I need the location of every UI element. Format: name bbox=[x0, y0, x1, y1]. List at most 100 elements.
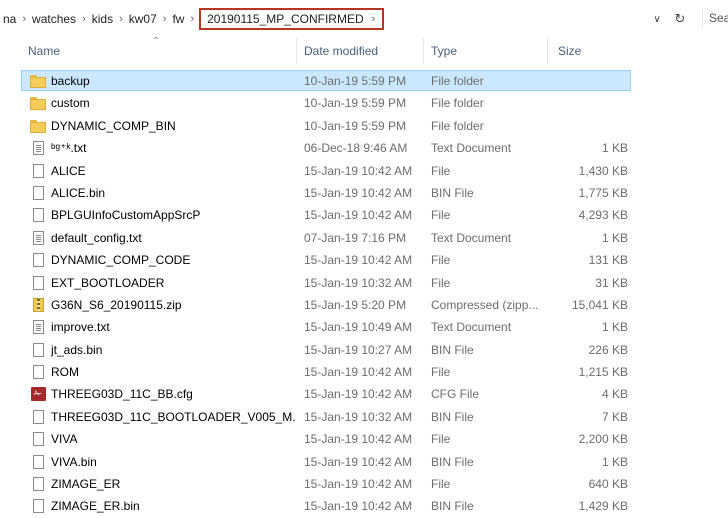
file-name: ZIMAGE_ER.bin bbox=[51, 499, 140, 514]
chevron-right-icon[interactable]: › bbox=[160, 13, 170, 25]
file-row[interactable]: custom 10-Jan-19 5:59 PM File folder bbox=[0, 92, 728, 114]
file-name: DYNAMIC_COMP_CODE bbox=[51, 253, 191, 268]
file-name: jt_ads.bin bbox=[51, 342, 103, 357]
file-icon-cell bbox=[30, 428, 46, 450]
file-date: 15-Jan-19 10:42 AM bbox=[304, 208, 413, 223]
file-row[interactable]: DYNAMIC_COMP_CODE 15-Jan-19 10:42 AM File 1… bbox=[0, 249, 728, 271]
folder-icon bbox=[30, 75, 46, 88]
file-size: 1 KB bbox=[601, 230, 628, 245]
file-type: BIN File bbox=[431, 185, 474, 200]
chevron-right-icon[interactable]: › bbox=[116, 13, 126, 25]
chevron-right-icon[interactable]: › bbox=[364, 13, 379, 25]
chevron-right-icon[interactable]: › bbox=[79, 13, 89, 25]
file-name: BPLGUInfoCustomAppSrcP bbox=[51, 208, 201, 223]
file-date: 15-Jan-19 5:20 PM bbox=[304, 297, 407, 312]
file-row[interactable]: improve.txt 15-Jan-19 10:49 AM Text Docume… bbox=[0, 316, 728, 338]
file-icon-cell bbox=[30, 451, 46, 473]
file-icon bbox=[32, 163, 44, 178]
text-document-icon bbox=[32, 230, 44, 245]
file-row[interactable]: THREEG03D_11C_BOOTLOADER_V005_M... 15-Jan… bbox=[0, 406, 728, 428]
file-icon-cell bbox=[30, 70, 46, 92]
chevron-down-icon[interactable]: ∨ bbox=[650, 9, 664, 29]
cfg-icon: ✁ bbox=[30, 387, 46, 402]
file-date: 15-Jan-19 10:49 AM bbox=[304, 320, 413, 335]
file-type: File bbox=[431, 163, 451, 178]
file-name: backup bbox=[51, 74, 90, 88]
text-document-icon bbox=[32, 320, 44, 335]
file-row[interactable]: jt_ads.bin 15-Jan-19 10:27 AM BIN File 226 … bbox=[0, 339, 728, 361]
file-row[interactable]: default_config.txt 07-Jan-19 7:16 PM Text … bbox=[0, 227, 728, 249]
file-row[interactable]: DYNAMIC_COMP_BIN 10-Jan-19 5:59 PM File fo… bbox=[0, 115, 728, 137]
file-name: G36N_S6_20190115.zip bbox=[51, 297, 182, 312]
file-date: 15-Jan-19 10:42 AM bbox=[304, 185, 413, 200]
file-type: File bbox=[431, 432, 451, 447]
file-name: ᵇᵍ⁺ᵏ.txt bbox=[51, 141, 87, 156]
file-name: default_config.txt bbox=[51, 230, 142, 245]
file-date: 15-Jan-19 10:42 AM bbox=[304, 499, 413, 514]
address-bar[interactable]: na › watches › kids › kw07 › fw › 201901… bbox=[0, 0, 728, 38]
breadcrumb-item[interactable]: na bbox=[0, 12, 19, 26]
file-type: File bbox=[431, 275, 451, 290]
column-header-type[interactable]: Type bbox=[424, 38, 548, 64]
breadcrumb-item[interactable]: kw07 bbox=[126, 12, 160, 26]
file-size: 1,430 KB bbox=[578, 163, 628, 178]
file-icon-cell bbox=[30, 160, 46, 182]
chevron-right-icon[interactable]: › bbox=[187, 13, 197, 25]
file-type: CFG File bbox=[431, 387, 479, 402]
file-size: 2,200 KB bbox=[578, 432, 628, 447]
refresh-icon[interactable]: ↻ bbox=[672, 9, 688, 29]
text-document-icon bbox=[32, 141, 44, 156]
breadcrumb-item[interactable]: watches bbox=[29, 12, 79, 26]
file-row[interactable]: ALICE.bin 15-Jan-19 10:42 AM BIN File 1,775… bbox=[0, 182, 728, 204]
file-type: File bbox=[431, 477, 451, 492]
file-icon-cell bbox=[30, 204, 46, 226]
file-list: backup 10-Jan-19 5:59 PM File folder custom… bbox=[0, 70, 728, 518]
file-row[interactable]: ✁ THREEG03D_11C_BB.cfg 15-Jan-19 10:42 AM C… bbox=[0, 383, 728, 405]
file-type: BIN File bbox=[431, 499, 474, 514]
file-row[interactable]: ROM 15-Jan-19 10:42 AM File 1,215 KB bbox=[0, 361, 728, 383]
file-row[interactable]: backup 10-Jan-19 5:59 PM File folder bbox=[0, 70, 728, 92]
file-row[interactable]: EXT_BOOTLOADER 15-Jan-19 10:32 AM File 31 K… bbox=[0, 272, 728, 294]
breadcrumb-current[interactable]: 20190115_MP_CONFIRMED › bbox=[199, 8, 385, 30]
column-header-name[interactable]: ⌃ Name bbox=[0, 36, 297, 64]
search-input[interactable]: Sea bbox=[702, 8, 728, 28]
file-date: 15-Jan-19 10:42 AM bbox=[304, 454, 413, 469]
file-type: BIN File bbox=[431, 409, 474, 424]
sort-ascending-icon: ⌃ bbox=[152, 36, 161, 47]
breadcrumb-item[interactable]: kids bbox=[89, 12, 116, 26]
file-size bbox=[548, 92, 628, 114]
file-type: File folder bbox=[431, 74, 484, 88]
file-row[interactable]: VIVA.bin 15-Jan-19 10:42 AM BIN File 1 KB bbox=[0, 451, 728, 473]
file-type: Text Document bbox=[431, 230, 512, 245]
file-icon bbox=[32, 275, 44, 290]
column-header-size[interactable]: Size bbox=[548, 38, 638, 64]
file-size: 7 KB bbox=[601, 409, 628, 424]
file-row[interactable]: G36N_S6_20190115.zip 15-Jan-19 5:20 PM Com… bbox=[0, 294, 728, 316]
file-row[interactable]: ᵇᵍ⁺ᵏ.txt 06-Dec-18 9:46 AM Text Document 1 … bbox=[0, 137, 728, 159]
file-row[interactable]: ZIMAGE_ER.bin 15-Jan-19 10:42 AM BIN File 1… bbox=[0, 495, 728, 517]
file-icon-cell bbox=[30, 495, 46, 517]
file-row[interactable]: VIVA 15-Jan-19 10:42 AM File 2,200 KB bbox=[0, 428, 728, 450]
file-size: 1 KB bbox=[601, 454, 628, 469]
file-name: custom bbox=[51, 96, 90, 111]
file-size: 1 KB bbox=[601, 141, 628, 156]
file-name: ALICE bbox=[51, 163, 86, 178]
file-row[interactable]: BPLGUInfoCustomAppSrcP 15-Jan-19 10:42 AM… bbox=[0, 204, 728, 226]
file-icon-cell bbox=[30, 182, 46, 204]
breadcrumb-item[interactable]: fw bbox=[169, 12, 187, 26]
file-date: 15-Jan-19 10:32 AM bbox=[304, 409, 413, 424]
file-icon bbox=[32, 365, 44, 380]
file-icon-cell bbox=[30, 272, 46, 294]
file-date: 15-Jan-19 10:42 AM bbox=[304, 253, 413, 268]
file-size: 226 KB bbox=[588, 342, 628, 357]
file-icon bbox=[32, 499, 44, 514]
file-date: 10-Jan-19 5:59 PM bbox=[304, 74, 407, 88]
file-name: ALICE.bin bbox=[51, 185, 106, 200]
file-row[interactable]: ZIMAGE_ER 15-Jan-19 10:42 AM File 640 KB bbox=[0, 473, 728, 495]
column-header-date[interactable]: Date modified bbox=[297, 38, 424, 64]
file-size: 1,429 KB bbox=[578, 499, 628, 514]
chevron-right-icon[interactable]: › bbox=[19, 13, 29, 25]
file-row[interactable]: ALICE 15-Jan-19 10:42 AM File 1,430 KB bbox=[0, 160, 728, 182]
file-size bbox=[548, 70, 628, 92]
file-date: 10-Jan-19 5:59 PM bbox=[304, 96, 407, 111]
